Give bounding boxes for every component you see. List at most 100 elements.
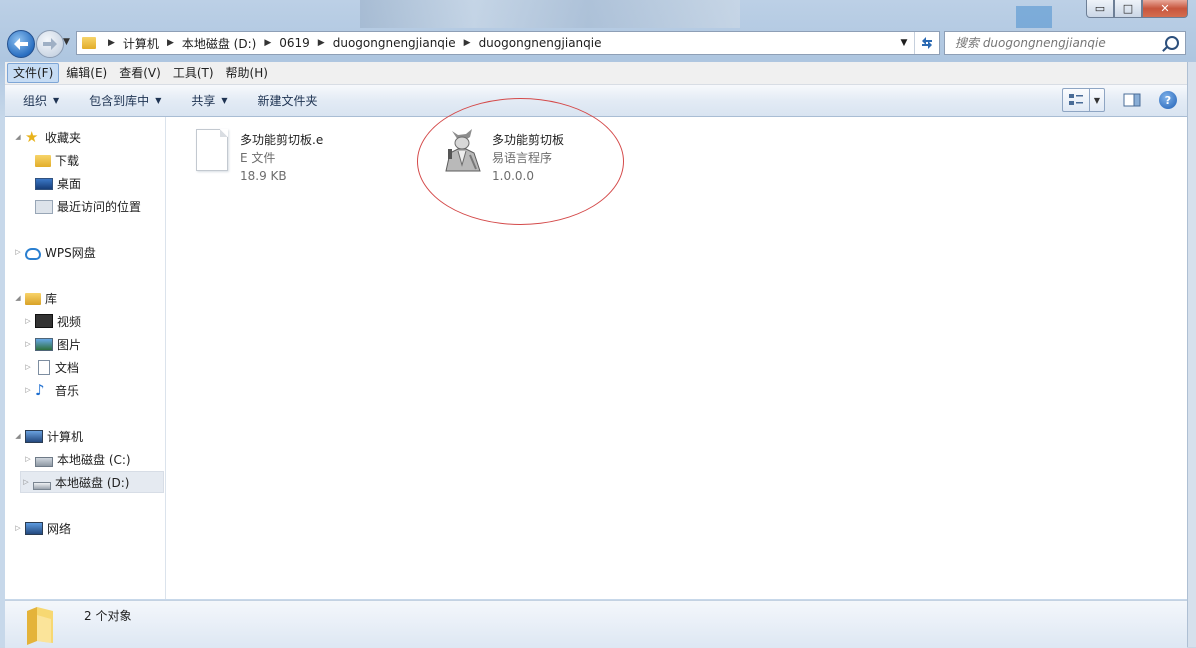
expand-icon[interactable]: ▷ (23, 363, 33, 371)
forward-button[interactable] (36, 30, 64, 58)
change-view-button[interactable] (1062, 88, 1089, 112)
tree-wps-cloud[interactable]: ▷ WPS网盘 (13, 242, 96, 262)
details-pane: 2 个对象 (5, 600, 1187, 648)
expand-icon[interactable]: ▷ (21, 478, 31, 486)
tree-favorites[interactable]: ◢ ★ 收藏夹 (13, 127, 81, 147)
expand-collapse-icon[interactable]: ◢ (13, 133, 23, 141)
view-options-dropdown[interactable]: ▼ (1089, 88, 1105, 112)
address-history-dropdown[interactable]: ▼ (897, 32, 911, 54)
app-icon (438, 125, 486, 173)
breadcrumb-drive-d[interactable]: 本地磁盘 (D:) (182, 35, 256, 52)
chevron-right-icon[interactable]: ▶ (264, 38, 271, 48)
window-edge (1187, 62, 1196, 647)
expand-icon[interactable]: ▷ (23, 317, 33, 325)
file-item-e-source[interactable]: 多功能剪切板.e E 文件 18.9 KB (186, 125, 386, 185)
file-version: 1.0.0.0 (492, 169, 534, 183)
expand-icon[interactable]: ▷ (23, 455, 33, 463)
chevron-right-icon[interactable]: ▶ (464, 38, 471, 48)
view-tiles-icon (1069, 94, 1083, 105)
video-icon (35, 314, 53, 328)
breadcrumb-computer[interactable]: 计算机 (123, 35, 159, 52)
menu-help[interactable]: 帮助(H) (221, 63, 273, 83)
back-button[interactable] (7, 30, 35, 58)
network-icon (25, 521, 43, 535)
file-list: 多功能剪切板.e E 文件 18.9 KB 多功能剪切板 易语言程序 1.0.0… (166, 98, 1187, 599)
star-icon: ★ (25, 128, 39, 146)
tree-pictures[interactable]: ▷ 图片 (23, 334, 81, 354)
tree-label: 文档 (55, 360, 80, 375)
tree-label: 本地磁盘 (C:) (57, 452, 131, 467)
tree-desktop[interactable]: 桌面 (33, 173, 81, 193)
menu-tools[interactable]: 工具(T) (168, 63, 219, 83)
expand-icon[interactable]: ▷ (23, 340, 33, 348)
tree-label: 音乐 (55, 383, 80, 398)
menu-file[interactable]: 文件(F) (7, 63, 60, 83)
item-count: 2 个对象 (84, 609, 132, 623)
tree-downloads[interactable]: 下载 (33, 150, 79, 170)
tree-label: 图片 (57, 337, 82, 352)
search-box[interactable] (944, 31, 1186, 55)
chevron-right-icon[interactable]: ▶ (108, 38, 115, 48)
close-button[interactable]: ✕ (1142, 0, 1188, 18)
tree-label: 库 (45, 291, 58, 306)
tree-drive-c[interactable]: ▷ 本地磁盘 (C:) (23, 449, 131, 469)
expand-collapse-icon[interactable]: ◢ (13, 294, 23, 302)
menu-view[interactable]: 查看(V) (114, 63, 166, 83)
chevron-down-icon: ▼ (221, 96, 228, 105)
document-icon (38, 359, 50, 375)
refresh-icon (922, 37, 932, 49)
tree-videos[interactable]: ▷ 视频 (23, 311, 81, 331)
expand-icon[interactable]: ▷ (13, 248, 23, 256)
minimize-button[interactable]: ▭ (1086, 0, 1114, 18)
file-size: 18.9 KB (240, 169, 287, 183)
breadcrumb-folder[interactable]: duogongnengjianqie (333, 36, 456, 50)
help-button[interactable]: ? (1159, 91, 1177, 109)
preview-pane-button[interactable] (1119, 89, 1145, 111)
recent-pages-dropdown[interactable]: ▼ (63, 37, 70, 47)
share-label: 共享 (191, 94, 216, 108)
view-controls: ▼ ? (1062, 88, 1177, 112)
file-item-program[interactable]: 多功能剪切板 易语言程序 1.0.0.0 (438, 125, 618, 185)
organize-button[interactable]: 组织 ▼ (23, 92, 59, 109)
breadcrumb-0619[interactable]: 0619 (279, 36, 310, 50)
search-input[interactable] (953, 35, 1167, 51)
expand-icon[interactable]: ▷ (23, 386, 33, 394)
arrow-left-icon (14, 38, 28, 50)
tree-label: 下载 (55, 153, 80, 168)
navigation-row: ▼ ▶ 计算机 ▶ 本地磁盘 (D:) ▶ 0619 ▶ duogongneng… (0, 28, 1196, 58)
new-folder-label: 新建文件夹 (257, 94, 318, 108)
search-icon[interactable] (1165, 36, 1179, 50)
background-window-deco (1016, 6, 1052, 28)
downloads-folder-icon (35, 155, 51, 167)
include-in-library-button[interactable]: 包含到库中 ▼ (89, 92, 161, 109)
chevron-down-icon: ▼ (53, 96, 60, 105)
organize-label: 组织 (23, 94, 48, 108)
folder-icon (82, 37, 96, 49)
expand-icon[interactable]: ▷ (13, 524, 23, 532)
tree-recent-places[interactable]: 最近访问的位置 (33, 196, 141, 216)
tree-documents[interactable]: ▷ 文档 (23, 357, 79, 377)
chevron-down-icon: ▼ (155, 96, 162, 105)
new-folder-button[interactable]: 新建文件夹 (258, 92, 318, 109)
tree-computer[interactable]: ◢ 计算机 (13, 426, 83, 446)
share-button[interactable]: 共享 ▼ (191, 92, 227, 109)
music-icon: ♪ (35, 381, 45, 399)
arrow-right-icon (43, 38, 57, 50)
file-name: 多功能剪切板 (492, 133, 565, 147)
tree-network[interactable]: ▷ 网络 (13, 518, 71, 538)
maximize-button[interactable]: □ (1114, 0, 1142, 18)
chevron-right-icon[interactable]: ▶ (167, 38, 174, 48)
recent-places-icon (35, 199, 53, 214)
address-bar[interactable]: ▶ 计算机 ▶ 本地磁盘 (D:) ▶ 0619 ▶ duogongnengji… (76, 31, 940, 55)
cloud-icon (25, 248, 41, 260)
tree-drive-d[interactable]: ▷ 本地磁盘 (D:) (20, 471, 164, 493)
expand-collapse-icon[interactable]: ◢ (13, 432, 23, 440)
tree-libraries[interactable]: ◢ 库 (13, 288, 57, 308)
tree-label: 最近访问的位置 (57, 199, 142, 214)
generic-file-icon (196, 129, 228, 171)
refresh-button[interactable] (914, 32, 939, 54)
menu-edit[interactable]: 编辑(E) (61, 63, 112, 83)
chevron-right-icon[interactable]: ▶ (318, 38, 325, 48)
breadcrumb-current-folder[interactable]: duogongnengjianqie (479, 36, 602, 50)
tree-music[interactable]: ▷ ♪ 音乐 (23, 380, 79, 400)
